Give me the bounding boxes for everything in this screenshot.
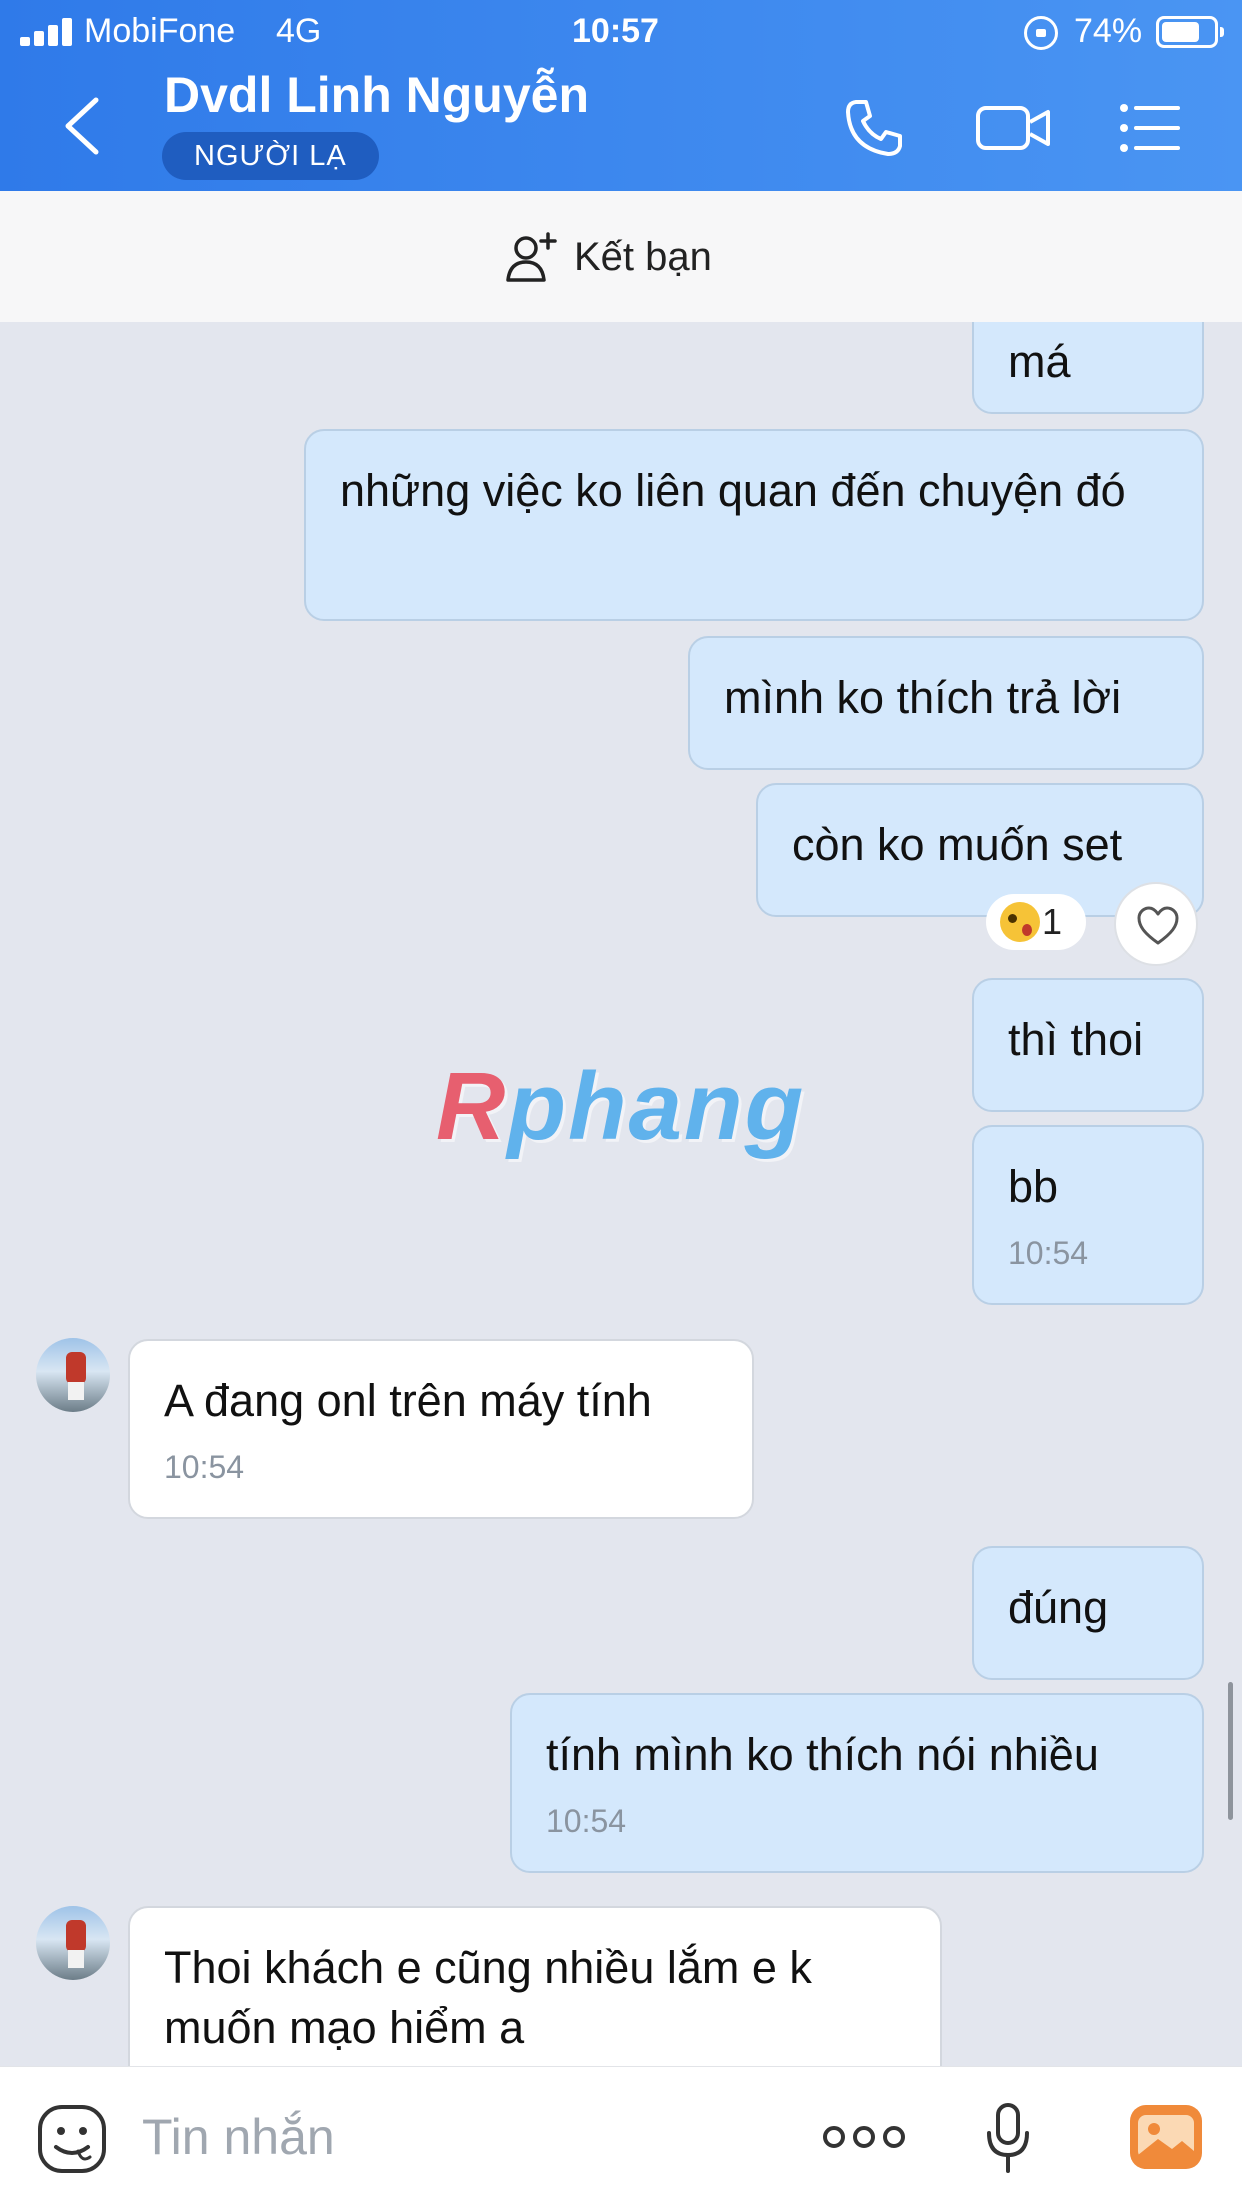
- heart-icon: [1137, 906, 1179, 945]
- message-input-bar: [0, 2066, 1242, 2208]
- message-bubble-outgoing[interactable]: những việc ko liên quan đến chuyện đó: [304, 429, 1204, 621]
- message-bubble-outgoing[interactable]: đúng: [972, 1546, 1204, 1680]
- add-user-icon: [506, 232, 557, 282]
- message-bubble-outgoing[interactable]: thì thoi: [972, 978, 1204, 1112]
- message-bubble-outgoing[interactable]: má: [972, 322, 1204, 414]
- like-button[interactable]: [1114, 882, 1198, 966]
- video-call-icon[interactable]: [974, 96, 1054, 160]
- carrier-label: MobiFone: [84, 12, 236, 50]
- battery-percent: 74%: [1074, 12, 1143, 50]
- message-text: Thoi khách e cũng nhiều lắm e k muốn mạo…: [164, 1942, 812, 2053]
- avatar[interactable]: [36, 1906, 110, 1980]
- message-bubble-outgoing[interactable]: bb 10:54: [972, 1125, 1204, 1305]
- message-text: tính mình ko thích nói nhiều: [546, 1729, 1099, 1780]
- menu-icon[interactable]: [1118, 96, 1182, 160]
- message-list[interactable]: má những việc ko liên quan đến chuyện đó…: [0, 322, 1242, 2066]
- message-bubble-incoming[interactable]: A đang onl trên máy tính 10:54: [128, 1339, 754, 1519]
- phone-icon[interactable]: [842, 96, 906, 160]
- add-friend-label: Kết bạn: [574, 234, 712, 279]
- add-friend-button[interactable]: Kết bạn: [504, 229, 712, 285]
- message-bubble-incoming[interactable]: Thoi khách e cũng nhiều lắm e k muốn mạo…: [128, 1906, 942, 2066]
- microphone-icon[interactable]: [984, 2101, 1032, 2177]
- message-text: bb: [1008, 1161, 1059, 1212]
- message-bubble-outgoing[interactable]: mình ko thích trả lời: [688, 636, 1204, 770]
- message-text: đúng: [1008, 1582, 1109, 1633]
- message-input[interactable]: [142, 2107, 702, 2167]
- orientation-lock-icon: [1024, 16, 1058, 50]
- message-time: 10:54: [1008, 1235, 1089, 1271]
- message-text: A đang onl trên máy tính: [164, 1375, 652, 1426]
- message-text: thì thoi: [1008, 1014, 1144, 1065]
- message-text: má: [1008, 336, 1071, 387]
- scrollbar[interactable]: [1228, 1682, 1233, 1820]
- message-text: mình ko thích trả lời: [724, 672, 1122, 723]
- watermark-logo: Rphang: [436, 1053, 806, 1160]
- message-time: 10:54: [164, 1449, 245, 1485]
- sticker-icon[interactable]: [36, 2103, 108, 2175]
- battery-icon: [1156, 16, 1224, 48]
- stranger-badge: NGƯỜI LẠ: [162, 132, 379, 180]
- reaction-badge[interactable]: 1: [986, 894, 1086, 950]
- add-friend-bar: Kết bạn: [0, 191, 1242, 322]
- signal-icon: [20, 18, 74, 46]
- message-text: những việc ko liên quan đến chuyện đó: [340, 465, 1126, 516]
- clock: 10:57: [572, 12, 659, 50]
- image-gallery-icon[interactable]: [1128, 2103, 1204, 2171]
- status-bar: MobiFone 4G 10:57 74%: [0, 0, 1242, 64]
- avatar[interactable]: [36, 1338, 110, 1412]
- network-label: 4G: [276, 12, 322, 50]
- back-icon[interactable]: [60, 96, 108, 156]
- message-time: 10:54: [546, 1803, 627, 1839]
- chat-header: MobiFone 4G 10:57 74% Dvdl Linh Nguyễn N…: [0, 0, 1242, 191]
- reaction-count: 1: [1042, 901, 1063, 942]
- more-options-icon[interactable]: [822, 2119, 906, 2155]
- contact-name[interactable]: Dvdl Linh Nguyễn: [164, 66, 589, 124]
- message-text: còn ko muốn set: [792, 819, 1123, 870]
- shocked-emoji-icon: [1000, 902, 1040, 942]
- message-bubble-outgoing[interactable]: tính mình ko thích nói nhiều 10:54: [510, 1693, 1204, 1873]
